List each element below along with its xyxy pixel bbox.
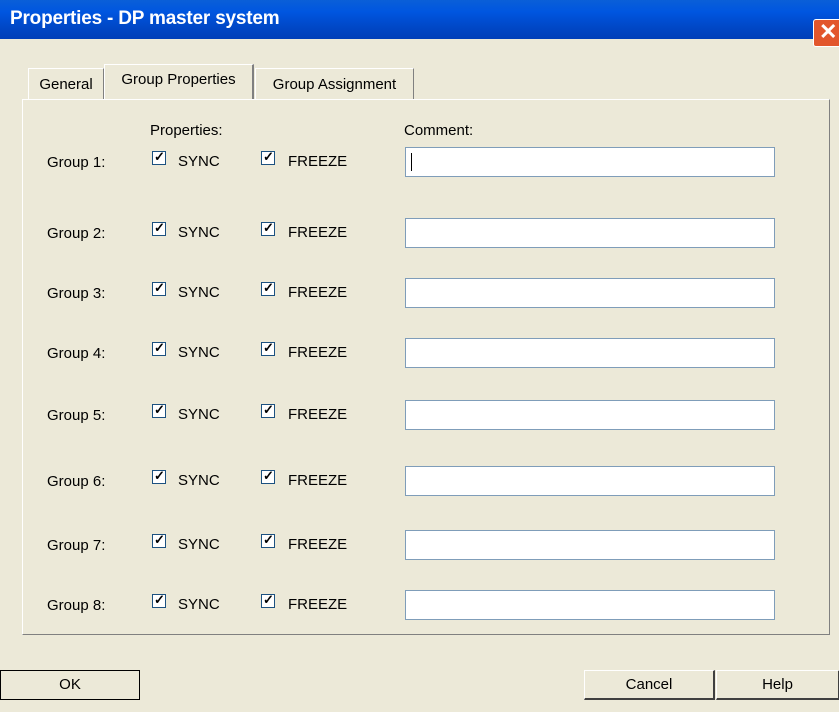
- group-row: Group 5: SYNC FREEZE: [0, 400, 839, 430]
- sync-label: SYNC: [178, 406, 220, 423]
- sync-label: SYNC: [178, 224, 220, 241]
- group-label: Group 6:: [47, 473, 106, 490]
- freeze-checkbox[interactable]: [261, 592, 275, 608]
- group-label: Group 1:: [47, 154, 106, 171]
- sync-checkbox[interactable]: [152, 532, 166, 548]
- properties-header: Properties:: [150, 122, 223, 139]
- group-row: Group 1: SYNC FREEZE: [0, 147, 839, 177]
- tab-general[interactable]: General: [28, 68, 104, 99]
- freeze-checkbox[interactable]: [261, 468, 275, 484]
- text-caret: [411, 153, 412, 171]
- sync-checkbox[interactable]: [152, 402, 166, 418]
- comment-input[interactable]: [405, 278, 775, 308]
- freeze-checkbox[interactable]: [261, 402, 275, 418]
- sync-checkbox[interactable]: [152, 149, 166, 165]
- sync-checkbox[interactable]: [152, 340, 166, 356]
- sync-checkbox[interactable]: [152, 592, 166, 608]
- sync-label: SYNC: [178, 284, 220, 301]
- group-label: Group 3:: [47, 285, 106, 302]
- comment-input[interactable]: [405, 400, 775, 430]
- freeze-checkbox[interactable]: [261, 149, 275, 165]
- freeze-checkbox[interactable]: [261, 280, 275, 296]
- comment-input[interactable]: [405, 338, 775, 368]
- close-icon: ✕: [819, 19, 838, 44]
- group-row: Group 3: SYNC FREEZE: [0, 278, 839, 308]
- sync-checkbox[interactable]: [152, 468, 166, 484]
- comment-input[interactable]: [405, 530, 775, 560]
- freeze-label: FREEZE: [288, 536, 348, 553]
- comment-header: Comment:: [404, 122, 474, 139]
- group-label: Group 7:: [47, 537, 106, 554]
- comment-input[interactable]: [405, 590, 775, 620]
- group-row: Group 6: SYNC FREEZE: [0, 466, 839, 496]
- freeze-checkbox[interactable]: [261, 220, 275, 236]
- group-row: Group 4: SYNC FREEZE: [0, 338, 839, 368]
- tab-group-properties[interactable]: Group Properties: [104, 64, 254, 99]
- sync-checkbox[interactable]: [152, 280, 166, 296]
- group-label: Group 4:: [47, 345, 106, 362]
- freeze-label: FREEZE: [288, 284, 348, 301]
- help-button[interactable]: Help: [716, 670, 839, 700]
- group-label: Group 5:: [47, 407, 106, 424]
- title-bar[interactable]: Properties - DP master system ✕: [0, 0, 839, 47]
- group-row: Group 8: SYNC FREEZE: [0, 590, 839, 620]
- sync-label: SYNC: [178, 472, 220, 489]
- group-label: Group 8:: [47, 597, 106, 614]
- freeze-label: FREEZE: [288, 153, 348, 170]
- close-button[interactable]: ✕: [813, 19, 839, 47]
- freeze-label: FREEZE: [288, 472, 348, 489]
- sync-checkbox[interactable]: [152, 220, 166, 236]
- sync-label: SYNC: [178, 596, 220, 613]
- comment-input[interactable]: [405, 218, 775, 248]
- sync-label: SYNC: [178, 536, 220, 553]
- sync-label: SYNC: [178, 344, 220, 361]
- freeze-label: FREEZE: [288, 224, 348, 241]
- group-row: Group 2: SYNC FREEZE: [0, 218, 839, 248]
- freeze-checkbox[interactable]: [261, 532, 275, 548]
- cancel-button[interactable]: Cancel: [584, 670, 715, 700]
- freeze-label: FREEZE: [288, 344, 348, 361]
- window-title: Properties - DP master system: [10, 8, 280, 29]
- comment-input[interactable]: [405, 466, 775, 496]
- freeze-label: FREEZE: [288, 406, 348, 423]
- group-label: Group 2:: [47, 225, 106, 242]
- tab-group-assignment[interactable]: Group Assignment: [255, 68, 414, 99]
- tab-strip: General Group Properties Group Assignmen…: [0, 60, 839, 100]
- properties-dialog: Properties - DP master system ✕ General …: [0, 0, 839, 712]
- ok-button[interactable]: OK: [0, 670, 140, 700]
- group-row: Group 7: SYNC FREEZE: [0, 530, 839, 560]
- comment-input[interactable]: [405, 147, 775, 177]
- freeze-label: FREEZE: [288, 596, 348, 613]
- sync-label: SYNC: [178, 153, 220, 170]
- freeze-checkbox[interactable]: [261, 340, 275, 356]
